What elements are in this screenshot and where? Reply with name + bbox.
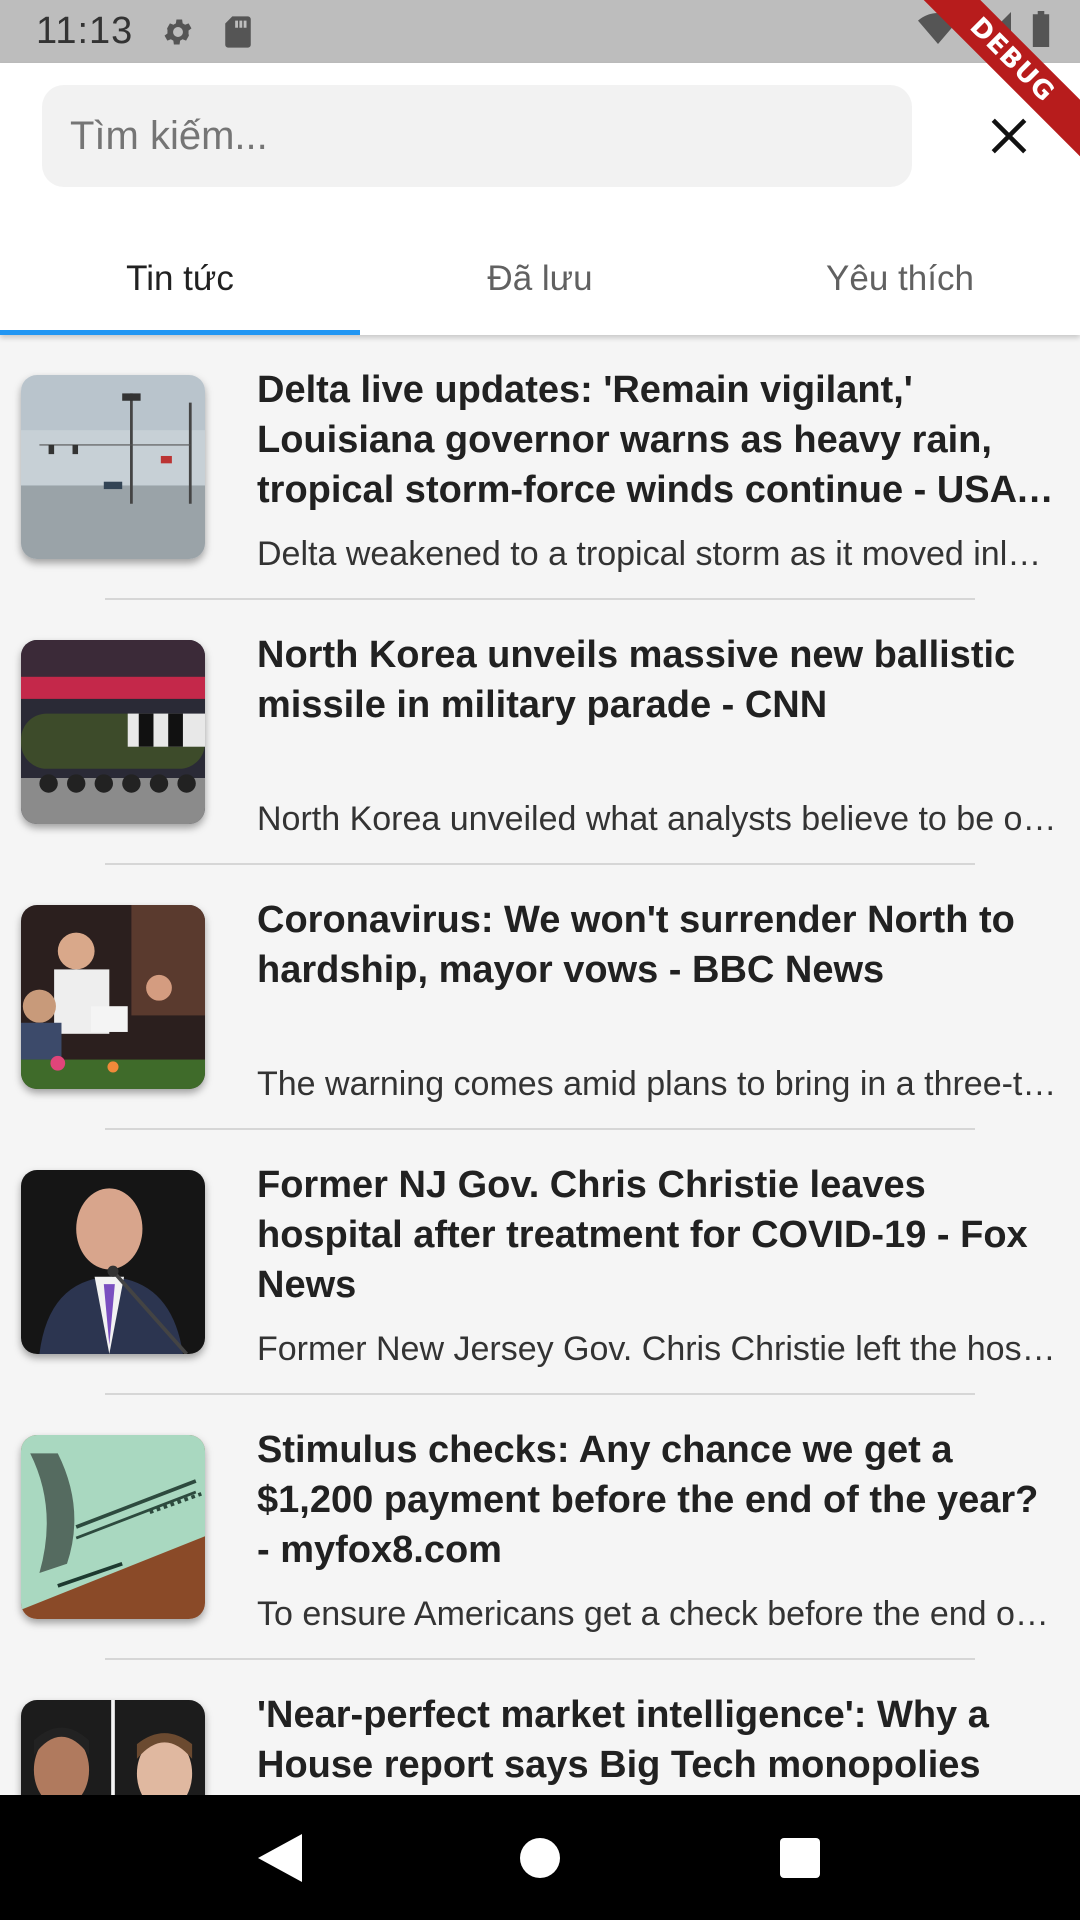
battery-icon <box>1030 11 1052 52</box>
tab-saved[interactable]: Đã lưu <box>360 223 720 335</box>
news-thumbnail <box>21 1435 205 1619</box>
recents-icon <box>780 1837 820 1878</box>
news-title: Former NJ Gov. Chris Christie leaves hos… <box>257 1164 1028 1306</box>
close-icon <box>991 118 1027 154</box>
news-description: The warning comes amid plans to bring in… <box>257 1065 1057 1103</box>
list-item[interactable]: 'Near-perfect market intelligence': Why … <box>0 1660 1080 1795</box>
tab-label: Yêu thích <box>826 259 974 298</box>
news-description: Former New Jersey Gov. Chris Christie le… <box>257 1330 1057 1368</box>
list-item[interactable]: Coronavirus: We won't surrender North to… <box>0 865 1080 1130</box>
home-icon <box>520 1837 560 1878</box>
news-list[interactable]: Delta live updates: 'Remain vigilant,' L… <box>0 335 1080 1795</box>
news-title: Coronavirus: We won't surrender North to… <box>257 899 1015 991</box>
back-icon <box>258 1833 302 1882</box>
news-thumbnail <box>21 905 205 1089</box>
status-bar: 11:13 <box>0 0 1080 63</box>
search-box <box>42 85 912 187</box>
speaker-portrait-image <box>21 1170 205 1354</box>
status-time: 11:13 <box>36 10 134 52</box>
tab-label: Tin tức <box>126 259 234 298</box>
news-description: North Korea unveiled what analysts belie… <box>257 800 1057 838</box>
back-button[interactable] <box>250 1828 310 1888</box>
list-item[interactable]: Delta live updates: 'Remain vigilant,' L… <box>0 335 1080 600</box>
tab-news[interactable]: Tin tức <box>0 223 360 335</box>
list-item[interactable]: North Korea unveils massive new ballisti… <box>0 600 1080 865</box>
tab-label: Đã lưu <box>487 259 593 298</box>
bar-service-image <box>21 905 205 1089</box>
sd-card-icon <box>223 15 253 49</box>
tech-ceos-image <box>21 1700 205 1795</box>
missile-parade-image <box>21 640 205 824</box>
search-input[interactable] <box>68 112 892 160</box>
tab-favorites[interactable]: Yêu thích <box>720 223 1080 335</box>
nav-bar <box>0 1795 1080 1920</box>
news-thumbnail <box>21 1700 205 1795</box>
home-button[interactable] <box>510 1828 570 1888</box>
stimulus-check-image <box>21 1435 205 1619</box>
app-bar: Tin tức Đã lưu Yêu thích <box>0 63 1080 335</box>
news-description: Delta weakened to a tropical storm as it… <box>257 535 1057 573</box>
news-thumbnail <box>21 640 205 824</box>
tab-bar: Tin tức Đã lưu Yêu thích <box>0 223 1080 335</box>
news-title: Stimulus checks: Any chance we get a $1,… <box>257 1429 1039 1571</box>
news-title: 'Near-perfect market intelligence': Why … <box>257 1694 989 1786</box>
news-title: Delta live updates: 'Remain vigilant,' L… <box>257 369 1016 511</box>
list-item[interactable]: Former NJ Gov. Chris Christie leaves hos… <box>0 1130 1080 1395</box>
news-thumbnail <box>21 375 205 559</box>
recents-button[interactable] <box>770 1828 830 1888</box>
list-item[interactable]: Stimulus checks: Any chance we get a $1,… <box>0 1395 1080 1660</box>
close-button[interactable] <box>984 111 1034 161</box>
storm-street-image <box>21 375 205 559</box>
gear-icon <box>161 15 195 49</box>
news-description: To ensure Americans get a check before t… <box>257 1595 1057 1633</box>
news-title: North Korea unveils massive new ballisti… <box>257 634 1016 726</box>
news-thumbnail <box>21 1170 205 1354</box>
